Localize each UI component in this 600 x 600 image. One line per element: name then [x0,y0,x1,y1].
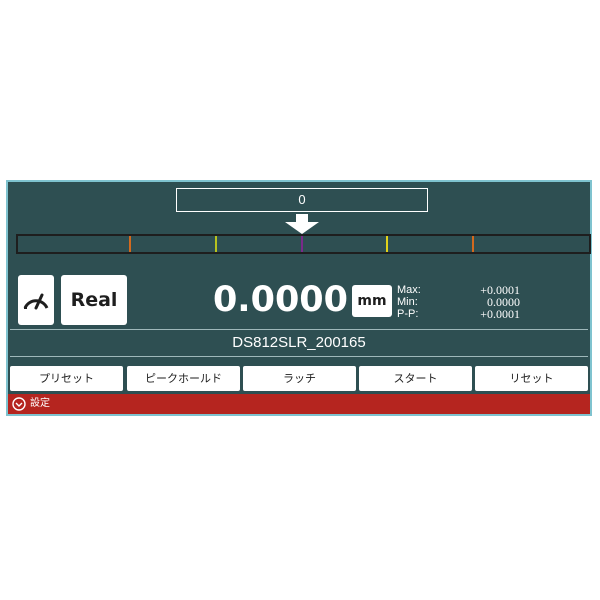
min-label: Min: [397,296,418,308]
stats-labels: Max: Min: P-P: [397,284,421,320]
down-arrow-icon [285,214,319,234]
deviation-scale-bar [16,234,591,254]
reset-button[interactable]: リセット [475,366,588,391]
latch-button[interactable]: ラッチ [243,366,356,391]
scale-tick [301,236,303,252]
scale-tick [386,236,388,252]
gauge-mode-button[interactable] [18,275,54,325]
max-label: Max: [397,284,421,296]
unit-button[interactable]: mm [352,285,392,317]
chevron-down-circle-icon [12,397,26,411]
scale-tick [129,236,131,252]
settings-bar[interactable]: 設定 [8,394,590,414]
device-name-bar: DS812SLR_200165 [10,329,588,357]
gauge-panel: 0 Real 0.0000 mm Max: Min: P-P: +0.0001 … [6,180,592,416]
start-button[interactable]: スタート [359,366,472,391]
peak-hold-button[interactable]: ピークホールド [127,366,240,391]
action-button-row: プリセット ピークホールド ラッチ スタート リセット [10,366,588,391]
stats-values: +0.0001 0.0000 +0.0001 [448,284,520,320]
scale-tick [215,236,217,252]
preset-button[interactable]: プリセット [10,366,123,391]
real-mode-button[interactable]: Real [61,275,127,325]
measurement-value: 0.0000 [212,280,348,320]
settings-label: 設定 [30,398,50,409]
gauge-icon [23,293,49,310]
deviation-value-box: 0 [176,188,428,212]
pp-label: P-P: [397,308,419,320]
scale-tick [472,236,474,252]
pp-value: +0.0001 [480,307,520,321]
